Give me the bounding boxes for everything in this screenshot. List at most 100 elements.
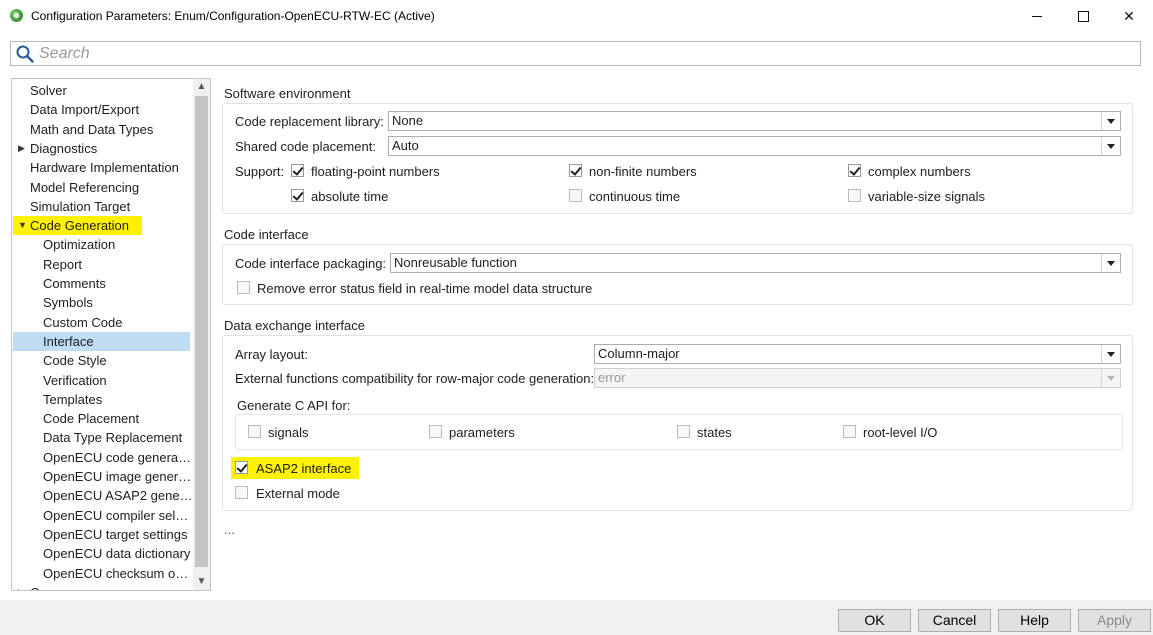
tree-item-label: Code Generation [30,218,135,234]
chevron-down-icon[interactable] [1101,254,1120,272]
tree-item-label: Interface [43,333,94,349]
tree-item[interactable]: Math and Data Types [13,120,153,139]
simulink-app-icon [10,9,23,22]
code-interface-packaging-dropdown[interactable]: Nonreusable function [390,253,1121,273]
collapse-arrow-icon[interactable]: ▶ [18,583,25,590]
tree-item-label: OpenECU ASAP2 gene… [43,488,193,504]
complex-numbers-checkbox[interactable] [848,164,861,177]
tree-item[interactable]: OpenECU ASAP2 gene… [13,486,193,505]
shared-code-value: Auto [392,138,419,153]
tree-item[interactable]: OpenECU compiler sel… [13,506,188,525]
tree-item[interactable]: Optimization [13,235,115,254]
cancel-button[interactable]: Cancel [918,609,991,632]
more-options-ellipsis[interactable]: ... [224,522,235,537]
tree-item-label: Comments [43,276,106,291]
states-checkbox[interactable] [677,425,690,438]
signals-label: signals [268,425,309,440]
tree-item[interactable]: Data Import/Export [13,100,139,119]
asap2-interface-checkbox[interactable] [235,461,248,474]
help-button[interactable]: Help [998,609,1071,632]
scroll-down-arrow-icon[interactable]: ▼ [193,574,210,590]
minimize-icon [1032,15,1042,17]
generate-c-api-label: Generate C API for: [237,398,351,413]
parameters-label: parameters [449,425,515,440]
code-interface-heading: Code interface [224,227,309,242]
external-mode-label: External mode [256,486,340,501]
absolute-time-checkbox[interactable] [291,189,304,202]
chevron-down-icon[interactable] [1101,112,1120,130]
tree-item[interactable]: Simulation Target [13,197,130,216]
code-replacement-dropdown[interactable]: None [388,111,1121,131]
array-layout-value: Column-major [598,346,680,361]
variable-size-checkbox[interactable] [848,189,861,202]
tree-item[interactable]: Model Referencing [13,178,139,197]
collapse-arrow-icon[interactable]: ▶ [18,139,25,158]
remove-error-status-checkbox[interactable] [237,281,250,294]
tree-item[interactable]: Code Placement [13,409,139,428]
tree-item-label: OpenECU checksum o… [43,565,189,581]
tree-item-label: Math and Data Types [30,121,154,137]
tree-item[interactable]: Code Style [13,351,107,370]
floating-point-checkbox[interactable] [291,164,304,177]
search-box[interactable] [10,41,1141,66]
absolute-time-label: absolute time [311,189,389,204]
tree-item[interactable]: Interface [13,331,190,351]
asap2-interface-label: ASAP2 interface [256,461,352,476]
tree-item[interactable]: ▶ Coverage [13,583,86,590]
tree-item-label: OpenECU compiler sel… [43,507,189,523]
tree-item[interactable]: ▶ Diagnostics [13,139,97,158]
close-button[interactable]: ✕ [1106,0,1152,32]
tree-item[interactable]: Templates [13,390,102,409]
chevron-down-icon [1101,369,1120,387]
shared-code-dropdown[interactable]: Auto [388,136,1121,156]
maximize-button[interactable] [1060,0,1106,32]
ok-button[interactable]: OK [838,609,911,632]
array-layout-dropdown[interactable]: Column-major [594,344,1121,364]
tree-item-label: Templates [43,391,103,407]
tree-item-label: Verification [43,372,107,388]
tree-item[interactable]: Comments [13,274,106,293]
maximize-icon [1077,10,1089,22]
chevron-down-icon[interactable] [1101,137,1120,155]
minimize-button[interactable] [1014,0,1060,32]
parameters-checkbox[interactable] [429,425,442,438]
chevron-down-icon[interactable] [1101,345,1120,363]
tree-item[interactable]: Report [13,255,82,274]
continuous-time-label: continuous time [589,189,681,204]
tree-item[interactable]: Hardware Implementation [13,158,179,177]
tree-item[interactable]: Symbols [13,293,93,312]
scroll-thumb[interactable] [195,96,208,567]
signals-checkbox[interactable] [248,425,261,438]
tree-item[interactable]: Custom Code [13,313,122,332]
title-bar: Configuration Parameters: Enum/Configura… [0,0,1153,32]
data-exchange-group: Array layout: Column-major External func… [222,335,1133,511]
expand-arrow-icon[interactable]: ▼ [18,216,27,235]
tree-item[interactable]: OpenECU data dictionary [13,544,190,563]
window-title: Configuration Parameters: Enum/Configura… [31,9,435,23]
tree-item[interactable]: OpenECU target settings [13,525,188,544]
tree-item-label: Symbols [43,295,93,311]
tree-item[interactable]: Verification [13,371,107,390]
tree-item[interactable]: Data Type Replacement [13,428,182,447]
tree-scrollbar[interactable]: ▲ ▼ [193,79,210,590]
shared-code-label: Shared code placement: [235,139,376,154]
apply-button: Apply [1078,609,1151,632]
tree-item[interactable]: OpenECU image gener… [13,467,191,486]
software-environment-group: Code replacement library: None Shared co… [222,103,1133,214]
category-tree[interactable]: Solver Data Import/Export Math and Data Ty… [11,78,211,591]
tree-item[interactable]: OpenECU code genera… [13,448,191,467]
root-level-io-checkbox[interactable] [843,425,856,438]
tree-item-label: Coverage [30,585,86,590]
tree-item-label: Model Referencing [30,179,140,195]
tree-item-label: Code Style [43,353,107,369]
tree-item-label: OpenECU image gener… [43,469,192,484]
tree-item[interactable]: Solver [13,81,67,100]
non-finite-checkbox[interactable] [569,164,582,177]
continuous-time-checkbox[interactable] [569,189,582,202]
tree-item[interactable]: ▼ Code Generation [13,216,143,236]
search-input[interactable] [39,44,1129,63]
scroll-up-arrow-icon[interactable]: ▲ [193,79,210,95]
tree-item[interactable]: OpenECU checksum o… [13,564,188,583]
tree-item-label: Report [43,256,83,272]
external-mode-checkbox[interactable] [235,486,248,499]
